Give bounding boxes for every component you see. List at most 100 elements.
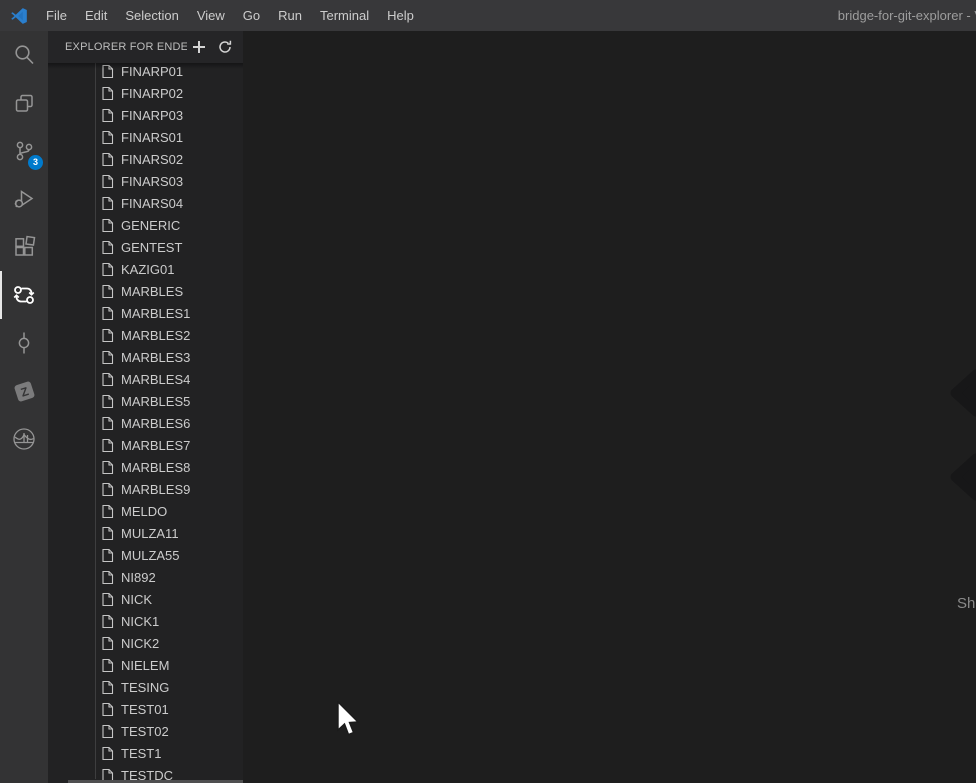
tree-item[interactable]: FINARP02 [48, 82, 243, 104]
tree-item[interactable]: MULZA11 [48, 522, 243, 544]
file-icon [101, 482, 114, 497]
tree-item[interactable]: MELDO [48, 500, 243, 522]
tree-item-label: FINARS01 [121, 129, 184, 145]
file-icon [101, 504, 114, 519]
tree-item[interactable]: FINARP03 [48, 104, 243, 126]
tree-item-label: TEST01 [121, 701, 169, 717]
tree-item[interactable]: GENERIC [48, 214, 243, 236]
file-icon [101, 152, 114, 167]
activitybar-item-sync-bridge-for-git[interactable] [0, 271, 48, 319]
menu-help[interactable]: Help [378, 5, 423, 26]
activitybar-item-commit-plumb[interactable] [0, 319, 48, 367]
tree-item[interactable]: GENTEST [48, 236, 243, 258]
titlebar: File Edit Selection View Go Run Terminal Help b… [0, 0, 976, 31]
zowe-icon: Z [13, 380, 35, 402]
file-icon [101, 746, 114, 761]
tree-item-label: NICK1 [121, 613, 160, 629]
tree-item-label: NIELEM [121, 657, 170, 673]
activity-bar: 3 Z [0, 31, 48, 783]
file-icon [101, 328, 114, 343]
tree-item[interactable]: MARBLES7 [48, 434, 243, 456]
tree-item[interactable]: MARBLES4 [48, 368, 243, 390]
tree-item[interactable]: FINARS04 [48, 192, 243, 214]
tree-item[interactable]: MARBLES [48, 280, 243, 302]
file-icon [101, 570, 114, 585]
tree-item-label: MARBLES7 [121, 437, 191, 453]
tree-item-label: FINARS03 [121, 173, 184, 189]
tree-item-label: TESING [121, 679, 170, 695]
watermark-shortcut-text: Sho [957, 595, 976, 612]
menu-selection[interactable]: Selection [116, 5, 187, 26]
menu-file[interactable]: File [37, 5, 76, 26]
activitybar-item-zowe[interactable]: Z [0, 367, 48, 415]
tree-item[interactable]: NICK [48, 588, 243, 610]
menu-terminal[interactable]: Terminal [311, 5, 378, 26]
zowe-letter: Z [18, 383, 30, 399]
file-icon [101, 724, 114, 739]
sidebar-title: EXPLORER FOR ENDE... [65, 41, 187, 53]
tree-item[interactable]: FINARS02 [48, 148, 243, 170]
extensions-icon [15, 235, 36, 256]
activitybar-item-copy-files[interactable] [0, 79, 48, 127]
menu-view[interactable]: View [188, 5, 234, 26]
activitybar-item-source-control[interactable]: 3 [0, 127, 48, 175]
file-icon [101, 372, 114, 387]
tree-item[interactable]: MARBLES3 [48, 346, 243, 368]
activitybar-item-run-debug[interactable] [0, 175, 48, 223]
tree-item-label: NICK [121, 591, 153, 607]
tree-item[interactable]: MARBLES5 [48, 390, 243, 412]
file-icon [101, 438, 114, 453]
tree-item[interactable]: MARBLES9 [48, 478, 243, 500]
tree-item[interactable]: FINARS01 [48, 126, 243, 148]
tree-item-label: NI892 [121, 569, 156, 585]
tree-item[interactable]: MARBLES1 [48, 302, 243, 324]
activitybar-item-bridge-explorer[interactable] [0, 415, 48, 463]
file-icon [101, 702, 114, 717]
tree-item[interactable]: NICK1 [48, 610, 243, 632]
element-tree[interactable]: FINARP01 FINARP02 FINARP03 FINARS01 FINA… [48, 63, 243, 783]
menu-go[interactable]: Go [234, 5, 269, 26]
tree-item[interactable]: KAZIG01 [48, 258, 243, 280]
run-debug-icon [14, 190, 34, 208]
file-icon [101, 614, 114, 629]
file-icon [101, 64, 114, 79]
copy-files-icon [15, 94, 33, 112]
menu-edit[interactable]: Edit [76, 5, 116, 26]
tree-item-label: TEST1 [121, 745, 162, 761]
tree-item[interactable]: TEST02 [48, 720, 243, 742]
tree-indent-guide [95, 63, 96, 779]
tree-item[interactable]: MARBLES2 [48, 324, 243, 346]
tree-item[interactable]: FINARP01 [48, 63, 243, 82]
file-icon [101, 592, 114, 607]
tree-item[interactable]: TESING [48, 676, 243, 698]
menu-run[interactable]: Run [269, 5, 311, 26]
sidebar-explorer-for-endevor: EXPLORER FOR ENDE... FINARP01 FINARP02 F… [48, 31, 243, 783]
tree-item[interactable]: NI892 [48, 566, 243, 588]
tree-item-label: GENERIC [121, 217, 181, 233]
commit-line-icon [18, 332, 30, 354]
activitybar-item-extensions[interactable] [0, 223, 48, 271]
tree-item-label: MARBLES5 [121, 393, 191, 409]
file-icon [101, 240, 114, 255]
file-icon [101, 284, 114, 299]
tree-item-label: MARBLES6 [121, 415, 191, 431]
tree-item[interactable]: MARBLES6 [48, 412, 243, 434]
tree-item[interactable]: TEST1 [48, 742, 243, 764]
add-button[interactable] [187, 35, 211, 59]
tree-item[interactable]: NICK2 [48, 632, 243, 654]
plus-icon [193, 41, 205, 53]
tree-item[interactable]: NIELEM [48, 654, 243, 676]
tree-item[interactable]: FINARS03 [48, 170, 243, 192]
tree-item-label: MARBLES3 [121, 349, 191, 365]
activitybar-item-search[interactable] [0, 31, 48, 79]
search-icon [15, 45, 34, 65]
tree-item[interactable]: MULZA55 [48, 544, 243, 566]
tree-item-label: NICK2 [121, 635, 160, 651]
tree-item-label: MARBLES [121, 283, 184, 299]
tree-item-label: KAZIG01 [121, 261, 175, 277]
file-icon [101, 350, 114, 365]
refresh-button[interactable] [213, 35, 237, 59]
tree-item[interactable]: TEST01 [48, 698, 243, 720]
file-icon [101, 548, 114, 563]
tree-item[interactable]: MARBLES8 [48, 456, 243, 478]
